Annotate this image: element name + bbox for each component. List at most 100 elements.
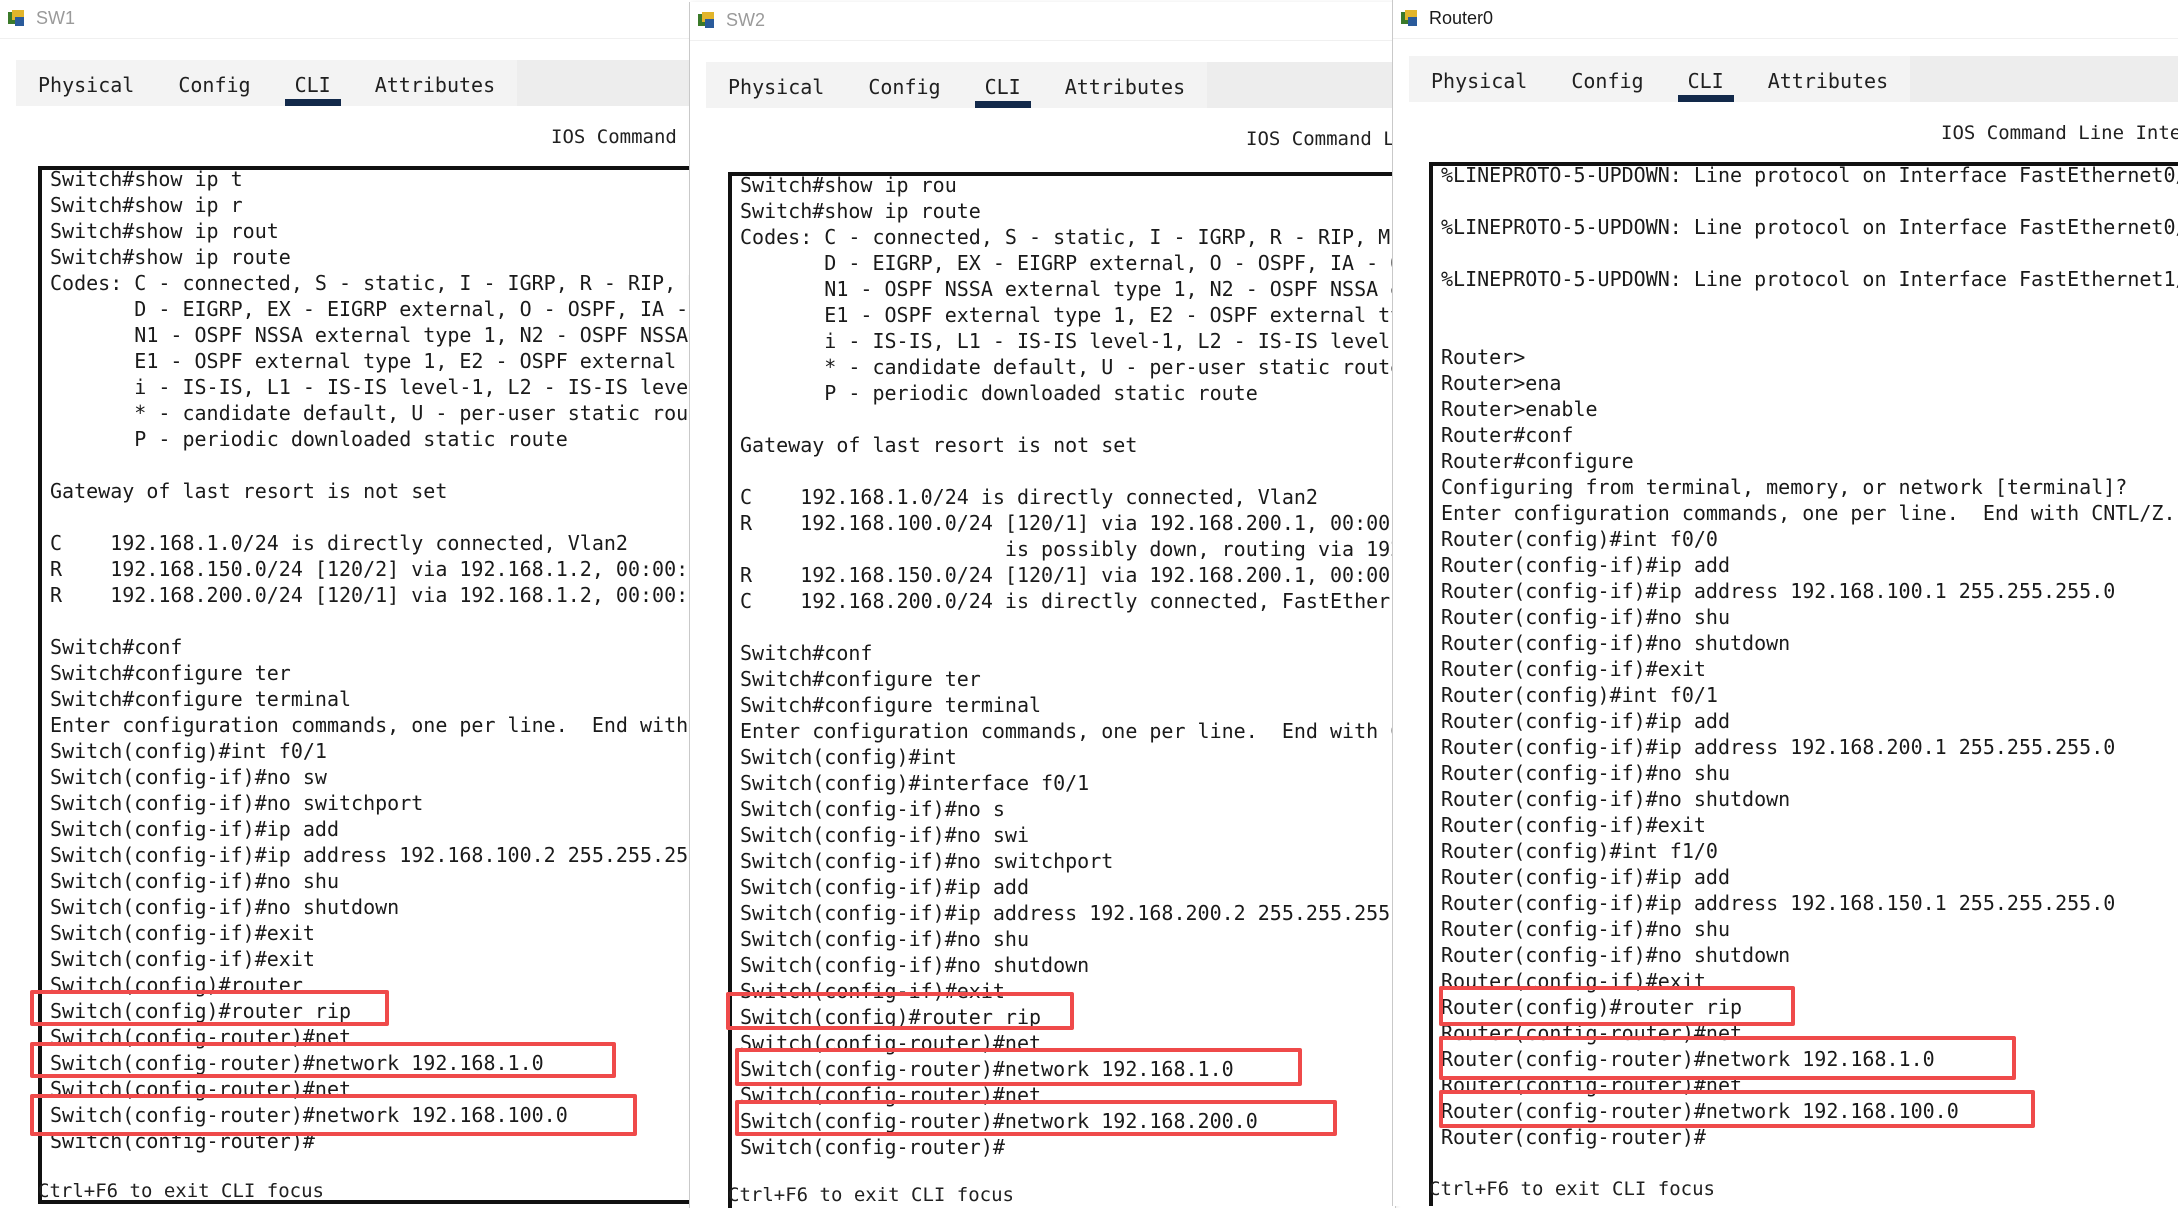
window-sw2: SW2 Physical Config CLI Attributes IOS C… <box>689 2 1396 1208</box>
console-line: C 192.168.1.0/24 is directly connected, … <box>740 485 1318 509</box>
console-line: C 192.168.1.0/24 is directly connected, … <box>50 531 628 555</box>
console-line: Switch(config-if)#no s <box>740 797 1005 821</box>
console-line: Switch(config-if)#ip add <box>50 817 339 841</box>
console-line: D - EIGRP, EX - EIGRP external, O - OSPF… <box>824 251 1395 275</box>
highlight-router-rip <box>726 992 1074 1030</box>
tab-physical[interactable]: Physical <box>706 62 846 108</box>
cli-header: IOS Command Line Interface <box>1941 122 2178 144</box>
highlight-router-rip <box>30 990 389 1026</box>
tab-attributes[interactable]: Attributes <box>353 60 517 106</box>
console-line: Switch(config-router)# <box>740 1135 1005 1159</box>
console-line: Switch(config-if)#ip add <box>740 875 1029 899</box>
tab-config[interactable]: Config <box>156 60 272 106</box>
console-line: Switch(config)#int <box>740 745 957 769</box>
console-line: Switch(config-if)#exit <box>50 947 315 971</box>
console-line: Switch(config-if)#no shutdown <box>50 895 400 919</box>
cli-footer-hint: Ctrl+F6 to exit CLI focus <box>728 1184 1014 1206</box>
highlight-network-2 <box>30 1094 637 1136</box>
tab-cli[interactable]: CLI <box>963 62 1043 108</box>
console-line: * - candidate default, U - per-user stat… <box>134 401 691 425</box>
console-line: Gateway of last resort is not set <box>50 479 448 503</box>
console-line: Switch#show ip route <box>50 245 291 269</box>
tab-physical[interactable]: Physical <box>16 60 156 106</box>
tab-cli[interactable]: CLI <box>1666 56 1746 102</box>
titlebar[interactable]: Router0 <box>1393 0 2178 39</box>
highlight-router-rip <box>1439 986 1795 1026</box>
console-line: Router(config)#int f0/1 <box>1441 683 1718 707</box>
console-line: P - periodic downloaded static route <box>50 427 568 451</box>
console-line: Router(config)#int f0/0 <box>1441 527 1718 551</box>
console-line: Switch(config-if)#no shutdown <box>740 953 1090 977</box>
console-line: Configuring from terminal, memory, or ne… <box>1441 475 2128 499</box>
highlight-network-1 <box>735 1048 1302 1086</box>
cli-header: IOS Command Line Interface <box>1246 128 1395 150</box>
console-line: Router(config-if)#ip address 192.168.150… <box>1441 891 2116 915</box>
console-line: Router(config-if)#no shutdown <box>1441 943 1791 967</box>
window-title: SW2 <box>726 10 766 30</box>
window-sw1: SW1 Physical Config CLI Attributes IOS C… <box>0 0 691 1206</box>
console-line: Switch(config-if)#ip address 192.168.200… <box>740 901 1396 925</box>
tab-bar: Physical Config CLI Attributes <box>16 60 691 106</box>
console-line: Router(config-if)#no shu <box>1441 761 1730 785</box>
titlebar[interactable]: SW1 <box>0 0 691 39</box>
console-line: Switch#conf <box>740 641 873 665</box>
tab-bar: Physical Config CLI Attributes <box>1409 56 2178 102</box>
console-line: N1 - OSPF NSSA external type 1, N2 - OSP… <box>134 323 689 347</box>
tab-config[interactable]: Config <box>1549 56 1665 102</box>
console-line: C 192.168.200.0/24 is directly connected… <box>740 589 1396 613</box>
tab-attributes[interactable]: Attributes <box>1043 62 1207 108</box>
tab-cli[interactable]: CLI <box>273 60 353 106</box>
window-router0: Router0 Physical Config CLI Attributes I… <box>1392 0 2178 1206</box>
console-line: Switch#show ip route <box>740 199 981 223</box>
tab-config[interactable]: Config <box>846 62 962 108</box>
console-line: Switch(config-if)#ip address 192.168.100… <box>50 843 691 867</box>
console-line: Switch(config-if)#no switchport <box>740 849 1114 873</box>
console-line: Switch#show ip rout <box>50 219 279 243</box>
console-line: Switch(config-if)#no switchport <box>50 791 424 815</box>
console-line: Switch#configure terminal <box>50 687 352 711</box>
console-line: Router>ena <box>1441 371 1562 395</box>
highlight-network-2 <box>735 1100 1337 1136</box>
packet-tracer-app-icon <box>8 10 24 26</box>
console-line: P - periodic downloaded static route <box>740 381 1258 405</box>
console-line: Switch#conf <box>50 635 183 659</box>
tab-bar: Physical Config CLI Attributes <box>706 62 1395 108</box>
console-line: Router(config-if)#ip add <box>1441 865 1730 889</box>
console-line: Router(config)#int f1/0 <box>1441 839 1718 863</box>
console-line: Enter configuration commands, one per li… <box>1441 501 2176 525</box>
window-title: SW1 <box>36 8 76 28</box>
console-line: Router(config-if)#no shutdown <box>1441 787 1791 811</box>
cli-header: IOS Command Line Interface <box>551 126 691 148</box>
cli-footer-hint: Ctrl+F6 to exit CLI focus <box>1429 1178 1715 1200</box>
console-line: i - IS-IS, L1 - IS-IS level-1, L2 - IS-I… <box>824 329 1395 353</box>
packet-tracer-app-icon <box>1401 10 1417 26</box>
console-line: Router(config-if)#ip address 192.168.200… <box>1441 735 2116 759</box>
console-line: Router(config-if)#ip add <box>1441 553 1730 577</box>
highlight-network-1 <box>1439 1036 2016 1080</box>
console-line: Switch(config-if)#no swi <box>740 823 1029 847</box>
console-line: Router(config-if)#exit <box>1441 657 1706 681</box>
highlight-network-1 <box>30 1042 616 1078</box>
console-line: Router(config-if)#no shu <box>1441 605 1730 629</box>
console-line: Switch#show ip r <box>50 193 243 217</box>
console-line: Switch(config-if)#no shu <box>740 927 1029 951</box>
console-line: Switch(config)#int f0/1 <box>50 739 327 763</box>
tab-physical[interactable]: Physical <box>1409 56 1549 102</box>
titlebar[interactable]: SW2 <box>690 2 1395 41</box>
console-line: Router(config-if)#ip address 192.168.100… <box>1441 579 2116 603</box>
window-title: Router0 <box>1429 8 1494 28</box>
console-line: Switch#show ip rou <box>740 173 957 197</box>
console-line: Router#configure <box>1441 449 1634 473</box>
tab-attributes[interactable]: Attributes <box>1746 56 1910 102</box>
console-line: Switch(config)#interface f0/1 <box>740 771 1090 795</box>
console-line: %LINEPROTO-5-UPDOWN: Line protocol on In… <box>1441 215 2178 239</box>
cli-footer-hint: Ctrl+F6 to exit CLI focus <box>38 1180 324 1202</box>
console-line: i - IS-IS, L1 - IS-IS level-1, L2 - IS-I… <box>134 375 691 399</box>
cli-panel: IOS Command Line Interface Switch#show i… <box>16 106 691 1206</box>
console-line: %LINEPROTO-5-UPDOWN: Line protocol on In… <box>1441 267 2178 291</box>
